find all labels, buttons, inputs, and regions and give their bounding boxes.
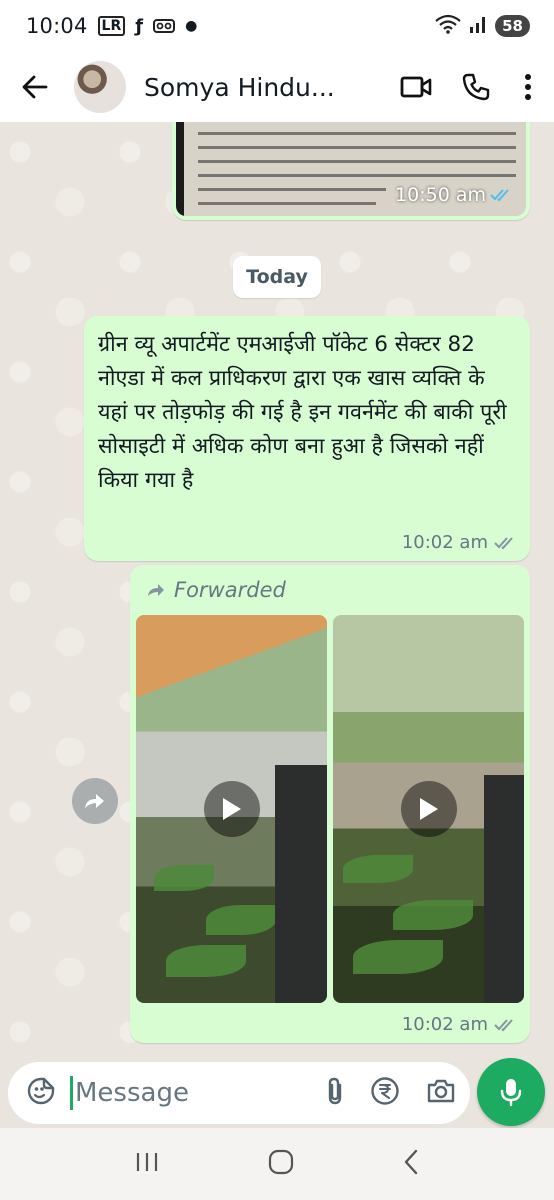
status-bar: 10:04 LR ƒ ● 58 xyxy=(0,0,554,52)
video-call-button[interactable] xyxy=(396,65,436,109)
message-input[interactable] xyxy=(70,1076,260,1110)
mic-icon xyxy=(500,1079,522,1107)
message-time: 10:02 am xyxy=(401,532,488,553)
contact-avatar[interactable] xyxy=(74,61,126,113)
double-check-icon xyxy=(494,1018,513,1031)
contact-name[interactable]: Somya Hindu... xyxy=(144,73,335,102)
image-message-time: 10:50 am xyxy=(395,184,486,206)
outgoing-text-message[interactable]: ग्रीन व्यू अपार्टमेंट एमआईजी पॉकेट 6 सेक… xyxy=(84,316,530,561)
video-thumbnail-2[interactable] xyxy=(333,615,524,1003)
composer-bar xyxy=(0,1058,554,1128)
attach-icon[interactable] xyxy=(326,1076,344,1110)
message-text: ग्रीन व्यू अपार्टमेंट एमआईजी पॉकेट 6 सेक… xyxy=(98,332,507,493)
video-call-icon xyxy=(400,76,432,98)
dot-icon: ● xyxy=(185,18,198,34)
composer-pill xyxy=(8,1062,470,1124)
more-options-icon xyxy=(525,74,531,100)
play-icon xyxy=(222,798,241,820)
image-message-meta: 10:50 am xyxy=(395,184,512,206)
image-message[interactable]: 10:50 am xyxy=(172,122,530,220)
chat-header: Somya Hindu... xyxy=(0,52,554,122)
forwarded-message-meta: 10:02 am xyxy=(402,1014,516,1035)
home-icon[interactable] xyxy=(268,1149,294,1179)
back-button[interactable] xyxy=(8,59,62,115)
status-time: 10:04 xyxy=(26,14,88,38)
message-meta: 10:02 am xyxy=(402,532,516,553)
video-thumbnail-1[interactable] xyxy=(136,615,327,1003)
voicemail-icon xyxy=(153,14,176,38)
forward-share-button[interactable] xyxy=(72,778,118,824)
battery-indicator: 58 xyxy=(495,15,530,37)
facebook-icon: ƒ xyxy=(135,15,144,37)
emoji-sticker-icon[interactable] xyxy=(26,1076,56,1110)
wifi-icon xyxy=(435,14,461,39)
back-nav-icon[interactable] xyxy=(403,1149,419,1179)
lr-app-icon: LR xyxy=(97,16,126,36)
forwarded-icon xyxy=(148,584,164,596)
chat-area[interactable]: 10:50 am Today ग्रीन व्यू अपार्टमेंट एमआ… xyxy=(0,122,554,1062)
forwarded-message-time: 10:02 am xyxy=(401,1014,488,1035)
camera-icon[interactable] xyxy=(426,1078,456,1108)
forwarded-label: Forwarded xyxy=(136,573,524,607)
voice-call-icon xyxy=(462,73,490,101)
signal-icon xyxy=(469,14,487,38)
double-check-icon xyxy=(494,536,513,549)
forwarded-text: Forwarded xyxy=(174,578,286,602)
voice-message-button[interactable] xyxy=(477,1058,545,1126)
play-button-2[interactable] xyxy=(400,781,457,837)
forwarded-video-message[interactable]: Forwarded 10:02 am xyxy=(130,565,530,1043)
newspaper-image[interactable]: 10:50 am xyxy=(176,122,526,216)
recents-icon[interactable] xyxy=(135,1151,159,1177)
voice-call-button[interactable] xyxy=(456,65,496,109)
back-arrow-icon xyxy=(22,75,48,99)
date-separator: Today xyxy=(233,256,321,298)
play-button-1[interactable] xyxy=(203,781,260,837)
forward-share-icon xyxy=(85,794,104,808)
rupee-payment-icon[interactable] xyxy=(370,1076,400,1110)
play-icon xyxy=(419,798,438,820)
system-nav-bar xyxy=(0,1128,554,1200)
more-options-button[interactable] xyxy=(516,65,540,109)
double-check-read-icon xyxy=(490,189,509,202)
